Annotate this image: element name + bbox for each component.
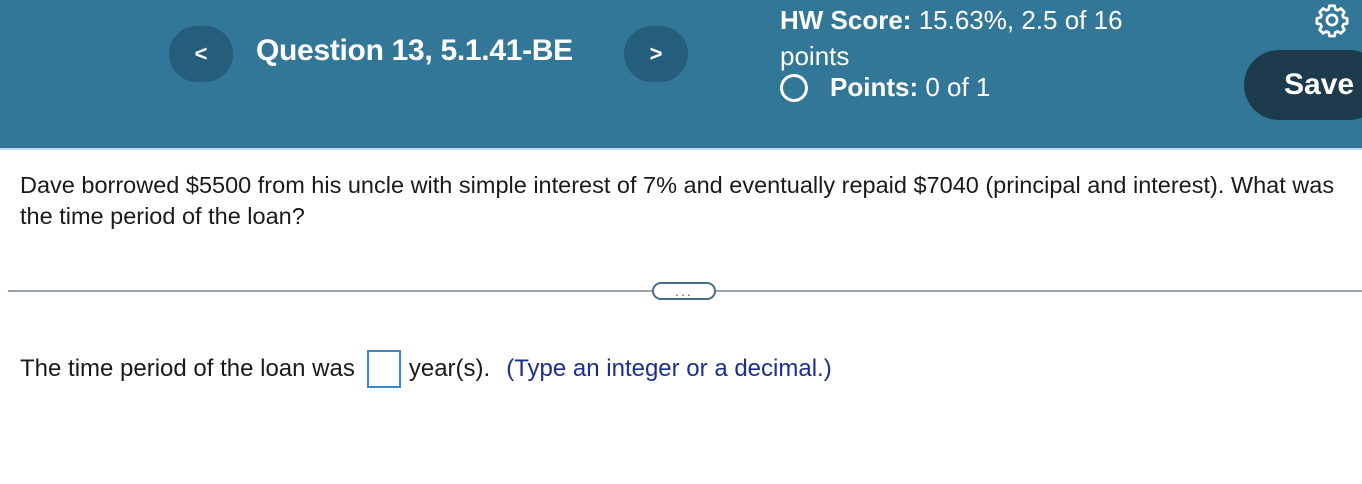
points-label: Points: bbox=[830, 72, 919, 102]
hw-score-label: HW Score: bbox=[780, 5, 912, 35]
answer-unit: year(s). bbox=[408, 355, 491, 382]
status-circle-icon bbox=[780, 73, 808, 102]
gear-icon[interactable] bbox=[1314, 2, 1350, 38]
answer-row: The time period of the loan was year(s).… bbox=[20, 350, 832, 388]
points-value: 0 of 1 bbox=[925, 72, 991, 102]
answer-prefix: The time period of the loan was bbox=[20, 355, 355, 382]
more-options-button[interactable]: ... bbox=[652, 282, 716, 300]
question-text: Dave borrowed $5500 from his uncle with … bbox=[20, 172, 1335, 229]
points-status: Points: 0 of 1 bbox=[780, 72, 990, 103]
answer-hint: (Type an integer or a decimal.) bbox=[506, 355, 832, 382]
hw-score: HW Score: 15.63%, 2.5 of 16 points bbox=[780, 2, 1180, 74]
previous-question-button[interactable]: < bbox=[169, 26, 233, 82]
next-question-button[interactable]: > bbox=[624, 26, 688, 82]
save-button[interactable]: Save bbox=[1244, 50, 1362, 120]
question-title: Question 13, 5.1.41-BE bbox=[256, 34, 573, 67]
chevron-right-icon: > bbox=[649, 41, 663, 66]
chevron-left-icon: < bbox=[194, 41, 208, 66]
question-header: < Question 13, 5.1.41-BE > HW Score: 15.… bbox=[0, 0, 1362, 150]
answer-input[interactable] bbox=[366, 350, 401, 388]
